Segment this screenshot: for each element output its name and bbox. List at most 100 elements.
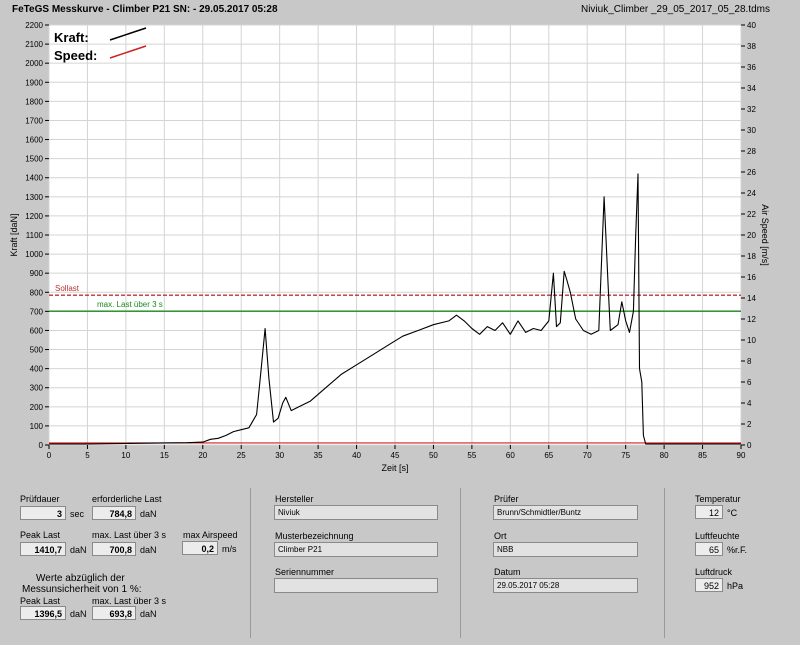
pruefdauer-label: Prüfdauer: [20, 494, 60, 504]
y-tick-label: 2100: [25, 40, 43, 49]
y2-tick-label: 32: [747, 105, 756, 114]
muster-label: Musterbezeichnung: [275, 531, 354, 541]
peak2-label: Peak Last: [20, 596, 61, 606]
datum-field: 29.05.2017 05:28: [493, 578, 638, 593]
y2-tick-label: 40: [747, 21, 756, 30]
y2-tick-label: 18: [747, 252, 756, 261]
legend-label: Speed:: [54, 48, 97, 63]
peak-label: Peak Last: [20, 530, 61, 540]
maxlast-label: max. Last über 3 s: [92, 530, 167, 540]
x-tick-label: 80: [660, 451, 669, 460]
hersteller-label: Hersteller: [275, 494, 314, 504]
x-tick-label: 25: [237, 451, 246, 460]
x-tick-label: 75: [621, 451, 630, 460]
y-tick-label: 300: [30, 384, 44, 393]
separator: [460, 488, 461, 638]
pruefdauer-value: 3: [20, 506, 66, 520]
x-tick-label: 5: [85, 451, 90, 460]
y2-tick-label: 20: [747, 231, 756, 240]
maxlast2-label: max. Last über 3 s: [92, 596, 167, 606]
max-last-label: max. Last über 3 s: [97, 300, 163, 309]
airspeed-unit: m/s: [222, 544, 237, 554]
druck-value: 952: [695, 578, 723, 592]
hersteller-field: Niviuk: [274, 505, 438, 520]
y2-tick-label: 16: [747, 273, 756, 282]
y-tick-label: 1200: [25, 212, 43, 221]
y-tick-label: 100: [30, 422, 44, 431]
y2-axis-label: Air Speed [m/s]: [760, 204, 770, 266]
separator: [250, 488, 251, 638]
y-tick-label: 1800: [25, 97, 43, 106]
ort-label: Ort: [494, 531, 507, 541]
y-tick-label: 800: [30, 288, 44, 297]
peak2-unit: daN: [70, 609, 87, 619]
y2-tick-label: 36: [747, 63, 756, 72]
y2-tick-label: 22: [747, 210, 756, 219]
peak-unit: daN: [70, 545, 87, 555]
y2-tick-label: 2: [747, 420, 752, 429]
x-tick-label: 60: [506, 451, 515, 460]
y2-tick-label: 30: [747, 126, 756, 135]
y-tick-label: 700: [30, 307, 44, 316]
force-chart: 0 5 10 15 20 25 30 35 40 45 50 55 60 65 70 75 80 85 900100…: [9, 21, 770, 473]
ort-field: NBB: [493, 542, 638, 557]
pruefer-field: Brunn/Schmidtler/Buntz: [493, 505, 638, 520]
maxlast2-value: 693,8: [92, 606, 136, 620]
y-axis-label: Kraft [daN]: [9, 213, 19, 256]
peak-value: 1410,7: [20, 542, 66, 556]
y-tick-label: 0: [39, 441, 44, 450]
x-tick-label: 15: [160, 451, 169, 460]
y2-tick-label: 10: [747, 336, 756, 345]
y-tick-label: 200: [30, 403, 44, 412]
airspeed-value: 0,2: [182, 541, 218, 555]
erf-last-unit: daN: [140, 509, 157, 519]
feuchte-unit: %r.F.: [727, 545, 748, 555]
erf-last-value: 784,8: [92, 506, 136, 520]
x-tick-label: 20: [198, 451, 207, 460]
sollast-label: Sollast: [55, 284, 80, 293]
x-tick-label: 30: [275, 451, 284, 460]
y2-tick-label: 4: [747, 399, 752, 408]
y-tick-label: 1300: [25, 193, 43, 202]
separator: [664, 488, 665, 638]
y-tick-label: 900: [30, 269, 44, 278]
x-axis-label: Zeit [s]: [381, 463, 408, 473]
y-tick-label: 1000: [25, 250, 43, 259]
y-tick-label: 1400: [25, 174, 43, 183]
serien-field: [274, 578, 438, 593]
maxlast-value: 700,8: [92, 542, 136, 556]
feuchte-label: Luftfeuchte: [695, 531, 740, 541]
x-tick-label: 70: [583, 451, 592, 460]
temp-label: Temperatur: [695, 494, 741, 504]
y2-tick-label: 26: [747, 168, 756, 177]
feuchte-value: 65: [695, 542, 723, 556]
temp-unit: °C: [727, 508, 738, 518]
x-tick-label: 65: [544, 451, 553, 460]
y-tick-label: 400: [30, 365, 44, 374]
airspeed-label: max Airspeed: [183, 530, 238, 540]
y2-tick-label: 6: [747, 378, 752, 387]
y-tick-label: 2000: [25, 59, 43, 68]
druck-label: Luftdruck: [695, 567, 733, 577]
y2-tick-label: 8: [747, 357, 752, 366]
y2-tick-label: 28: [747, 147, 756, 156]
note-line1: Werte abzüglich der: [36, 573, 125, 584]
x-tick-label: 90: [737, 451, 746, 460]
peak2-value: 1396,5: [20, 606, 66, 620]
druck-unit: hPa: [727, 581, 744, 591]
y2-tick-label: 24: [747, 189, 756, 198]
y-tick-label: 1700: [25, 116, 43, 125]
maxlast-unit: daN: [140, 545, 157, 555]
y2-tick-label: 0: [747, 441, 752, 450]
y-tick-label: 1600: [25, 136, 43, 145]
y-tick-label: 600: [30, 326, 44, 335]
y2-tick-label: 12: [747, 315, 756, 324]
y2-tick-label: 34: [747, 84, 756, 93]
pruefdauer-unit: sec: [70, 509, 85, 519]
temp-value: 12: [695, 505, 723, 519]
legend-label: Kraft:: [54, 30, 89, 45]
x-tick-label: 55: [467, 451, 476, 460]
y-tick-label: 500: [30, 346, 44, 355]
y-tick-label: 1900: [25, 78, 43, 87]
y2-tick-label: 14: [747, 294, 756, 303]
